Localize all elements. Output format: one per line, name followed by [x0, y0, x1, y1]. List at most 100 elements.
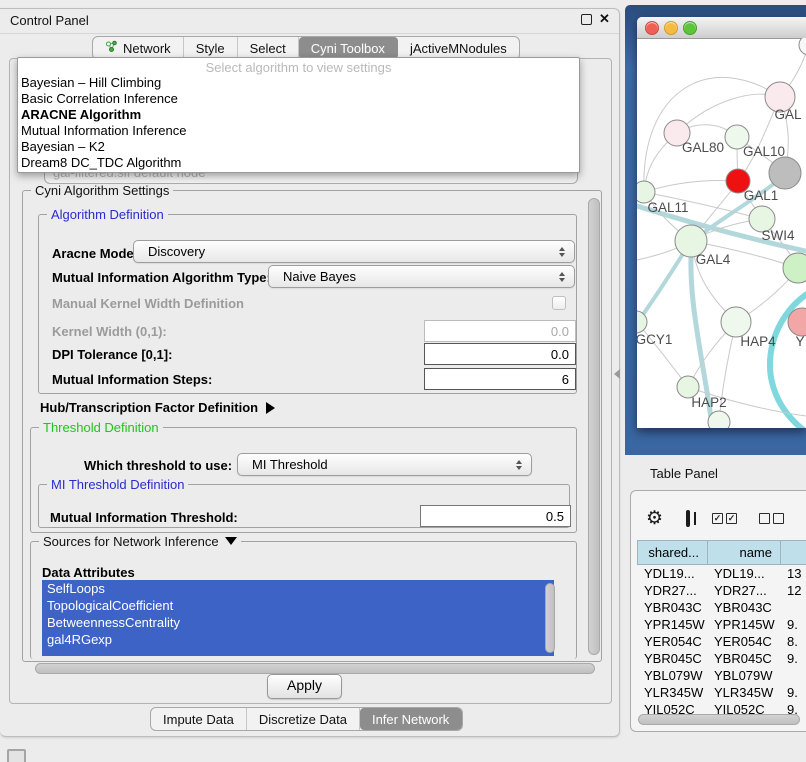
mi-threshold-input[interactable]: 0.5	[420, 505, 571, 527]
algorithm-option[interactable]: Basic Correlation Inference	[18, 91, 579, 107]
algorithm-dropdown-popup: Select algorithm to view settings Bayesi…	[17, 57, 580, 173]
table-row[interactable]: YER054CYER054C8.	[637, 633, 806, 650]
panel-title: Control Panel	[10, 13, 89, 28]
gear-icon[interactable]: ⚙	[646, 507, 663, 530]
algorithm-definition-title: Algorithm Definition	[47, 207, 168, 222]
table-cell: YLR345W	[637, 684, 707, 701]
sources-title: Sources for Network Inference	[43, 534, 219, 549]
network-node-swi4[interactable]	[783, 253, 806, 283]
table-row[interactable]: YBR045CYBR045C9.	[637, 650, 806, 667]
aracne-mode-value: Discovery	[134, 244, 554, 259]
aracne-mode-combo[interactable]: Discovery	[133, 240, 575, 263]
column-header[interactable]: shared...	[637, 540, 707, 565]
dpi-tolerance-input[interactable]: 0.0	[424, 343, 576, 365]
stepper-arrows-icon	[554, 272, 570, 282]
tab-select[interactable]: Select	[238, 37, 299, 59]
table-toolbar: ⚙ ✓✓	[637, 503, 806, 533]
which-threshold-combo[interactable]: MI Threshold	[237, 453, 532, 476]
column-header[interactable]: name	[707, 540, 780, 565]
group-title: Cyni Algorithm Settings	[31, 183, 173, 198]
manual-kernel-checkbox[interactable]	[552, 296, 566, 310]
table-panel-title: Table Panel	[650, 466, 718, 481]
apply-button[interactable]: Apply	[267, 674, 342, 699]
minimized-panel-icon[interactable]	[7, 749, 26, 762]
tab-style[interactable]: Style	[184, 37, 238, 59]
network-node-hap4[interactable]	[721, 307, 751, 337]
data-attributes-list[interactable]: SelfLoopsTopologicalCoefficientBetweenne…	[42, 580, 554, 656]
table-cell: YBR043C	[707, 599, 780, 616]
which-threshold-value: MI Threshold	[238, 457, 511, 472]
node-table: shared...nameYDL19...YDL19...13YDR27...Y…	[637, 540, 806, 718]
table-cell: YBL079W	[707, 667, 780, 684]
network-node[interactable]	[799, 38, 806, 55]
tab-label: Impute Data	[163, 712, 234, 727]
attribute-item[interactable]: gal4RGexp	[42, 631, 554, 648]
which-threshold-label: Which threshold to use:	[84, 458, 232, 473]
close-icon[interactable]: ✕	[599, 11, 610, 27]
table-row[interactable]: YLR345WYLR345W9.	[637, 684, 806, 701]
network-edge[interactable]	[644, 181, 738, 192]
table-row[interactable]: YDL19...YDL19...13	[637, 565, 806, 582]
tab-cyni-toolbox[interactable]: Cyni Toolbox	[299, 37, 398, 59]
network-graph[interactable]: GALGAL80GAL10GAL1GAL11GAL4SWI4GCY1HAP4YH…	[637, 38, 806, 428]
tab-label: jActiveMNodules	[410, 41, 507, 56]
table-cell: YLR345W	[707, 684, 780, 701]
close-traffic-light[interactable]	[645, 21, 659, 35]
hub-definition-toggle[interactable]: Hub/Transcription Factor Definition	[40, 400, 275, 415]
attribute-item[interactable]: SelfLoops	[42, 580, 554, 597]
network-edge[interactable]	[677, 94, 780, 133]
table-cell: YER054C	[637, 633, 707, 650]
tab-label: Cyni Toolbox	[311, 41, 385, 56]
network-window-titlebar[interactable]	[637, 17, 806, 39]
network-node[interactable]	[708, 411, 730, 428]
select-all-columns-icon[interactable]: ✓✓	[712, 513, 737, 524]
mi-steps-input[interactable]: 6	[424, 368, 576, 390]
float-window-icon[interactable]	[581, 14, 592, 25]
kernel-width-input[interactable]: 0.0	[424, 320, 576, 342]
algorithm-option[interactable]: Bayesian – Hill Climbing	[18, 75, 579, 91]
algorithm-option[interactable]: Bayesian – K2	[18, 139, 579, 155]
settings-horizontal-scrollbar[interactable]	[35, 663, 595, 674]
table-cell	[780, 599, 806, 616]
table-cell: YDR27...	[637, 582, 707, 599]
attribute-item[interactable]: BetweennessCentrality	[42, 614, 554, 631]
table-cell: 8.	[780, 633, 806, 650]
kernel-width-label: Kernel Width (0,1):	[52, 324, 167, 339]
tab-jactivemnodules[interactable]: jActiveMNodules	[398, 37, 519, 59]
network-node[interactable]	[769, 157, 801, 189]
table-horizontal-scrollbar[interactable]	[638, 713, 806, 724]
table-scrollbar-thumb[interactable]	[638, 714, 800, 725]
table-row[interactable]: YDR27...YDR27...12	[637, 582, 806, 599]
node-label: GCY1	[637, 332, 672, 347]
table-cell	[780, 667, 806, 684]
settings-vertical-scrollbar[interactable]	[588, 198, 600, 655]
table-row[interactable]: YBL079WYBL079W	[637, 667, 806, 684]
deselect-all-columns-icon[interactable]	[759, 513, 784, 524]
minimize-traffic-light[interactable]	[664, 21, 678, 35]
mi-threshold-title: MI Threshold Definition	[47, 477, 188, 492]
collapse-down-icon	[225, 537, 237, 545]
table-row[interactable]: YPR145WYPR145W9.	[637, 616, 806, 633]
algorithm-option[interactable]: ARACNE Algorithm	[18, 107, 579, 123]
split-handle-icon[interactable]	[614, 369, 620, 379]
network-icon	[105, 40, 118, 56]
node-label: HAP4	[740, 334, 776, 349]
mi-type-combo[interactable]: Naive Bayes	[268, 265, 575, 288]
table-cell: YDR27...	[707, 582, 780, 599]
tab-impute-data[interactable]: Impute Data	[151, 708, 247, 730]
algorithm-option[interactable]: Mutual Information Inference	[18, 123, 579, 139]
columns-icon[interactable]	[686, 510, 690, 527]
tab-discretize-data[interactable]: Discretize Data	[247, 708, 360, 730]
tab-network[interactable]: Network	[93, 37, 184, 59]
attributes-list-scrollbar[interactable]	[545, 583, 555, 653]
control-panel-titlebar[interactable]	[0, 8, 619, 34]
algorithm-options: Bayesian – Hill ClimbingBasic Correlatio…	[18, 75, 579, 171]
tab-infer-network[interactable]: Infer Network	[360, 708, 462, 730]
zoom-traffic-light[interactable]	[683, 21, 697, 35]
attribute-item[interactable]: TopologicalCoefficient	[42, 597, 554, 614]
table-row[interactable]: YBR043CYBR043C	[637, 599, 806, 616]
algorithm-option[interactable]: Dream8 DC_TDC Algorithm	[18, 155, 579, 171]
column-header[interactable]	[780, 540, 806, 565]
sources-toggle[interactable]: Sources for Network Inference	[39, 534, 241, 549]
table-cell: 13	[780, 565, 806, 582]
